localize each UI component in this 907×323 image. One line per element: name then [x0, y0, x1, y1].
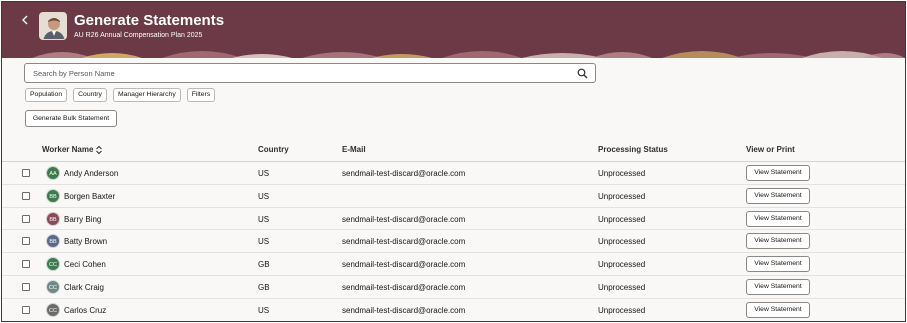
- filter-chip-filters[interactable]: Filters: [186, 88, 216, 102]
- generate-bulk-statement-button[interactable]: Generate Bulk Statement: [25, 110, 117, 127]
- table-row: BB Batty Brown US sendmail-test-discard@…: [2, 230, 905, 254]
- avatar: CC: [46, 279, 60, 294]
- table-row: BB Barry Bing US sendmail-test-discard@o…: [2, 208, 905, 231]
- worker-email: sendmail-test-discard@oracle.com: [342, 282, 466, 292]
- worker-email: sendmail-test-discard@oracle.com: [342, 260, 466, 270]
- column-header-processing-status: Processing Status: [598, 145, 668, 154]
- view-statement-button[interactable]: View Statement: [746, 278, 810, 295]
- column-header-email: E-Mail: [342, 145, 366, 154]
- worker-country: US: [258, 191, 270, 201]
- worker-country: US: [258, 169, 270, 178]
- worker-name: Barry Bing: [64, 214, 102, 224]
- search-input[interactable]: Search by Person Name: [24, 63, 596, 83]
- row-checkbox[interactable]: [22, 214, 30, 223]
- processing-status: Unprocessed: [598, 237, 646, 247]
- chevron-left-icon[interactable]: [21, 14, 31, 28]
- filter-chips: Population Country Manager Hierarchy Fil…: [25, 88, 216, 102]
- worker-name: Andy Anderson: [64, 169, 119, 178]
- worker-email: sendmail-test-discard@oracle.com: [342, 237, 466, 247]
- worker-country: US: [258, 214, 270, 224]
- view-statement-button[interactable]: View Statement: [746, 187, 810, 204]
- row-checkbox[interactable]: [22, 305, 30, 314]
- processing-status: Unprocessed: [598, 260, 646, 270]
- view-statement-button[interactable]: View Statement: [746, 301, 810, 318]
- filter-chip-population[interactable]: Population: [25, 88, 68, 102]
- avatar: CC: [46, 257, 60, 272]
- processing-status: Unprocessed: [598, 191, 646, 201]
- column-header-worker-name[interactable]: Worker Name: [42, 145, 93, 154]
- table-row: AA Andy Anderson US sendmail-test-discar…: [2, 162, 905, 185]
- page-subtitle: AU R26 Annual Compensation Plan 2025: [74, 32, 203, 39]
- decorative-banner: [2, 44, 905, 58]
- page-frame: Generate Statements AU R26 Annual Compen…: [1, 1, 906, 322]
- row-checkbox[interactable]: [22, 169, 30, 177]
- avatar: BB: [46, 188, 60, 203]
- worker-name: Clark Craig: [64, 282, 105, 292]
- row-checkbox[interactable]: [22, 191, 30, 200]
- worker-email: sendmail-test-discard@oracle.com: [342, 169, 466, 178]
- worker-email: sendmail-test-discard@oracle.com: [342, 214, 466, 224]
- table-header: Worker Name Country E-Mail Processing St…: [2, 138, 905, 162]
- filter-chip-country[interactable]: Country: [73, 88, 107, 102]
- worker-name: Ceci Cohen: [64, 260, 106, 270]
- processing-status: Unprocessed: [598, 305, 646, 315]
- search-placeholder: Search by Person Name: [33, 69, 115, 78]
- worker-country: GB: [258, 282, 270, 292]
- filter-chip-manager-hierarchy[interactable]: Manager Hierarchy: [112, 88, 181, 102]
- main-content: Search by Person Name Population Country…: [2, 58, 905, 321]
- view-statement-button[interactable]: View Statement: [746, 256, 810, 273]
- table-row: CC Clark Craig GB sendmail-test-discard@…: [2, 276, 905, 299]
- worker-country: US: [258, 237, 270, 247]
- worker-email: sendmail-test-discard@oracle.com: [342, 305, 466, 315]
- workers-table: Worker Name Country E-Mail Processing St…: [2, 138, 905, 321]
- column-header-view-or-print: View or Print: [746, 145, 795, 154]
- table-row: CC Carlos Cruz US sendmail-test-discard@…: [2, 299, 905, 321]
- view-statement-button[interactable]: View Statement: [746, 233, 810, 250]
- processing-status: Unprocessed: [598, 169, 646, 178]
- worker-name: Batty Brown: [64, 237, 108, 247]
- avatar: CC: [46, 302, 60, 317]
- column-header-country: Country: [258, 145, 289, 154]
- view-statement-button[interactable]: View Statement: [746, 165, 810, 181]
- table-row: CC Ceci Cohen GB sendmail-test-discard@o…: [2, 253, 905, 276]
- plan-avatar: [39, 12, 67, 40]
- table-row: BB Borgen Baxter US Unprocessed View Sta…: [2, 185, 905, 208]
- search-icon[interactable]: [577, 68, 588, 79]
- worker-name: Carlos Cruz: [64, 305, 107, 315]
- page-header: Generate Statements AU R26 Annual Compen…: [2, 2, 905, 44]
- sort-icon[interactable]: [95, 145, 103, 155]
- avatar: AA: [46, 166, 60, 180]
- worker-country: GB: [258, 260, 270, 270]
- processing-status: Unprocessed: [598, 282, 646, 292]
- row-checkbox[interactable]: [22, 237, 30, 246]
- row-checkbox[interactable]: [22, 260, 30, 269]
- avatar: BB: [46, 211, 60, 226]
- worker-name: Borgen Baxter: [64, 191, 116, 201]
- processing-status: Unprocessed: [598, 214, 646, 224]
- worker-country: US: [258, 305, 270, 315]
- view-statement-button[interactable]: View Statement: [746, 210, 810, 227]
- avatar: BB: [46, 234, 60, 249]
- row-checkbox[interactable]: [22, 282, 30, 291]
- page-title: Generate Statements: [74, 12, 225, 29]
